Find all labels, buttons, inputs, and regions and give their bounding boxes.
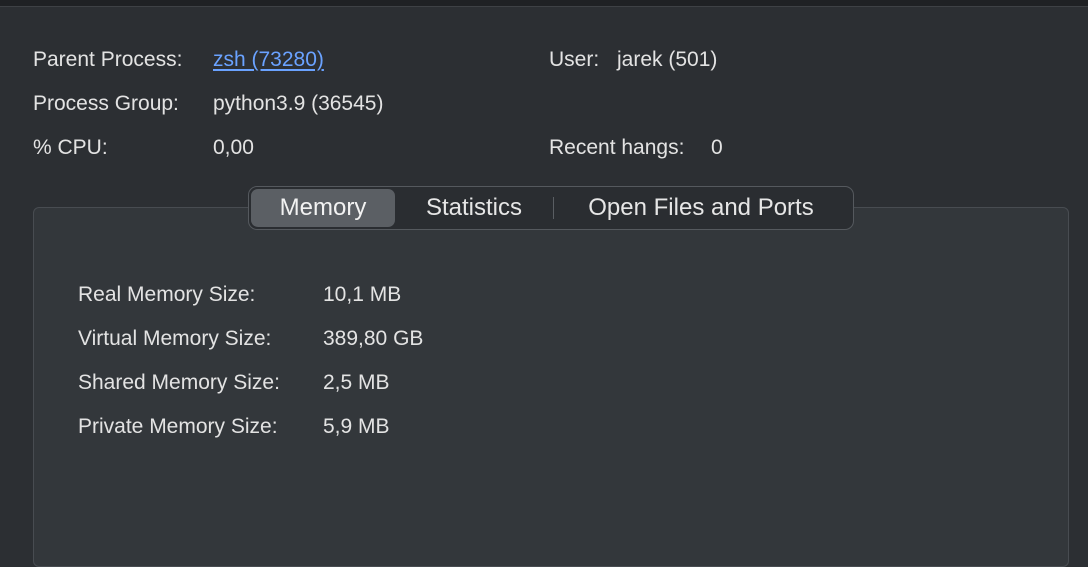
parent-process-link[interactable]: zsh (73280) (213, 47, 324, 73)
tab-open-files-and-ports[interactable]: Open Files and Ports (554, 189, 848, 227)
parent-process-label: Parent Process: (33, 48, 183, 71)
user-value: jarek (501) (617, 48, 718, 71)
tab-memory[interactable]: Memory (251, 189, 395, 227)
tab-bar: Memory Statistics Open Files and Ports (248, 186, 854, 230)
recent-hangs-label: Recent hangs: (549, 136, 685, 159)
recent-hangs-value: 0 (711, 136, 723, 159)
user-label: User: (549, 48, 600, 71)
memory-panel: Real Memory Size: 10,1 MB Virtual Memory… (33, 207, 1069, 567)
shared-memory-label: Shared Memory Size: (78, 371, 280, 394)
real-memory-value: 10,1 MB (323, 283, 402, 306)
process-group-label: Process Group: (33, 92, 179, 115)
private-memory-label: Private Memory Size: (78, 415, 278, 438)
real-memory-label: Real Memory Size: (78, 283, 256, 306)
tab-statistics[interactable]: Statistics (395, 189, 553, 227)
private-memory-value: 5,9 MB (323, 415, 390, 438)
shared-memory-value: 2,5 MB (323, 371, 390, 394)
process-group-value: python3.9 (36545) (213, 92, 384, 115)
window-top-edge (0, 0, 1088, 7)
cpu-label: % CPU: (33, 136, 108, 159)
virtual-memory-value: 389,80 GB (323, 327, 424, 350)
virtual-memory-label: Virtual Memory Size: (78, 327, 272, 350)
cpu-value: 0,00 (213, 136, 254, 159)
